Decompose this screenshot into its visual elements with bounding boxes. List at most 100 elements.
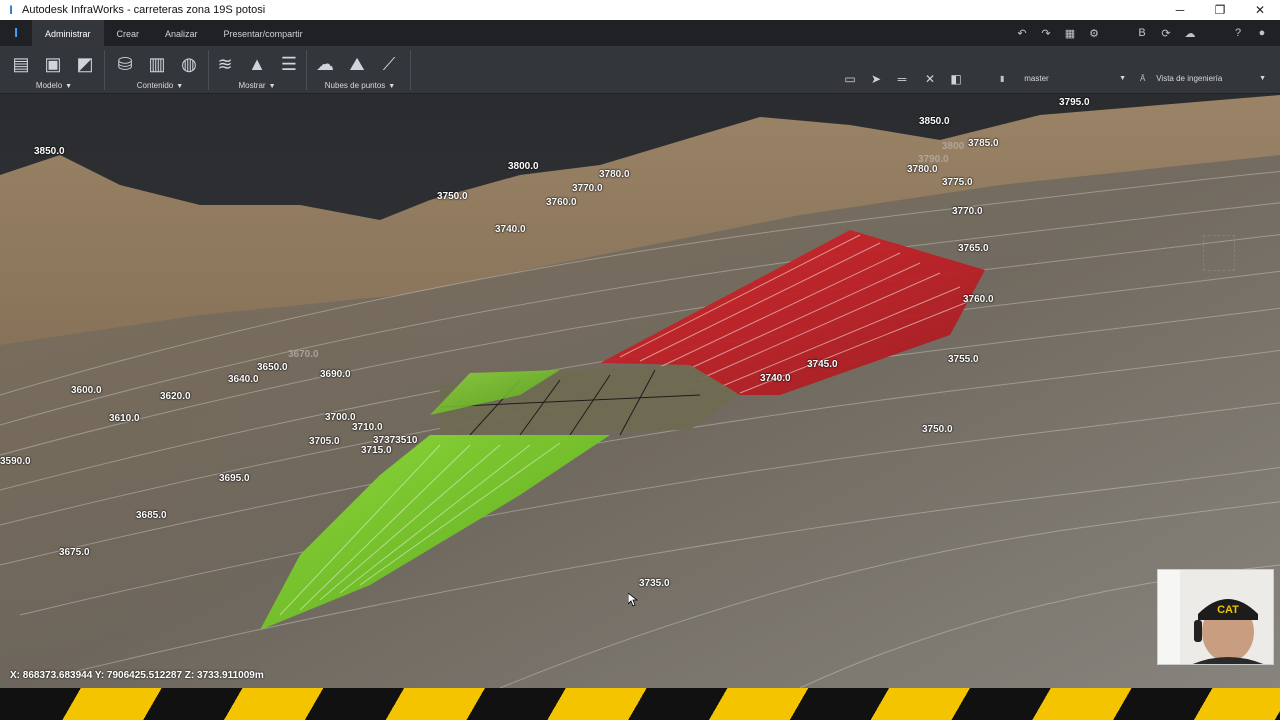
- elevation-label: 3715.0: [361, 445, 392, 456]
- tab-presentar-compartir[interactable]: Presentar/compartir: [211, 20, 316, 46]
- quick-access-tools: ↶ ↷ ▦ ⚙ B ⟳ ☁ ? ●: [1010, 20, 1274, 46]
- elevation-label: 3770.0: [572, 183, 603, 194]
- elevation-label: 3755.0: [948, 354, 979, 365]
- elevation-label: 3745.0: [807, 359, 838, 370]
- presenter-webcam-image: CAT: [1158, 570, 1273, 664]
- elevation-label: 3650.0: [257, 362, 288, 373]
- elevation-label: 3740.0: [760, 373, 791, 384]
- user-avatar[interactable]: ●: [1250, 27, 1274, 39]
- model-settings-icon[interactable]: ▤: [8, 52, 34, 76]
- tools-icon[interactable]: ✕: [920, 70, 940, 88]
- elevation-label: 3780.0: [907, 164, 938, 175]
- elevation-label: 3760.0: [546, 197, 577, 208]
- terrain-icon[interactable]: ▲: [244, 52, 270, 76]
- elevation-label: 3785.0: [968, 138, 999, 149]
- ribbon-separator: [208, 50, 209, 90]
- ribbon-group-mostrar: ≋ ▲ ☰ Mostrar ▼: [212, 46, 302, 94]
- elevation-label: 3710.0: [352, 422, 383, 433]
- ribbon-separator: [306, 50, 307, 90]
- 3d-viewport[interactable]: 3850.0 3800.0 3780.0 3770.0 3760.0 3750.…: [0, 95, 1280, 688]
- undo-icon[interactable]: ↶: [1010, 27, 1034, 40]
- group-label-modelo[interactable]: Modelo ▼: [8, 81, 100, 90]
- list-icon[interactable]: ☰: [276, 52, 302, 76]
- ribbon-group-nubes-de-puntos: ☁ ⛰ ⟋ Nubes de puntos ▼: [312, 46, 408, 94]
- tab-administrar[interactable]: Administrar: [32, 20, 104, 46]
- viewcube-widget[interactable]: [1203, 235, 1235, 271]
- elevation-label: 3780.0: [599, 169, 630, 180]
- engineering-view-icon: Ä: [1140, 74, 1146, 83]
- sync-icon[interactable]: ⟳: [1154, 27, 1178, 40]
- chevron-down-icon: ▼: [1119, 75, 1126, 82]
- mouse-cursor-icon: [628, 593, 638, 607]
- close-button[interactable]: ✕: [1240, 0, 1280, 20]
- measure-icon[interactable]: ═: [892, 70, 912, 88]
- ribbon-separator: [104, 50, 105, 90]
- elevation-label: 3690.0: [320, 369, 351, 380]
- elevation-label: 3750.0: [437, 191, 468, 202]
- elevation-label: 3685.0: [136, 510, 167, 521]
- group-label-contenido[interactable]: Contenido ▼: [112, 81, 208, 90]
- elevation-label: 3700.0: [325, 412, 356, 423]
- building-icon[interactable]: ▥: [144, 52, 170, 76]
- elevation-label: 3610.0: [109, 413, 140, 424]
- group-label-nubes-de-puntos[interactable]: Nubes de puntos ▼: [312, 81, 408, 90]
- elevation-label: 3795.0: [1059, 97, 1090, 108]
- proposal-dropdown[interactable]: ▮ master ▼: [1000, 70, 1130, 88]
- cloud-icon[interactable]: ☁: [1178, 27, 1202, 40]
- elevation-label: 3740.0: [495, 224, 526, 235]
- ribbon-group-modelo: ▤ ▣ ◩ Modelo ▼: [8, 46, 100, 94]
- layers-icon[interactable]: ≋: [212, 52, 238, 76]
- point-cloud-icon[interactable]: ☁: [312, 52, 338, 76]
- elevation-label: 3760.0: [963, 294, 994, 305]
- presentation-icon[interactable]: ▭: [840, 70, 860, 88]
- tab-crear[interactable]: Crear: [104, 20, 153, 46]
- chevron-down-icon: ▼: [1259, 75, 1266, 82]
- proposal-icon: ▮: [1000, 74, 1005, 83]
- point-cloud-line-icon[interactable]: ⟋: [376, 52, 402, 76]
- elevation-label: 3670.0: [288, 349, 319, 360]
- infraworks-app-icon: I: [9, 3, 13, 17]
- elevation-label: 3850.0: [919, 116, 950, 127]
- elevation-label: 3640.0: [228, 374, 259, 385]
- elevation-label: 3705.0: [309, 436, 340, 447]
- elevation-label: 3750.0: [922, 424, 953, 435]
- data-sources-icon[interactable]: ⛁: [112, 52, 138, 76]
- elevation-label: 37373510: [373, 435, 418, 446]
- ribbon-panel: ▤ ▣ ◩ Modelo ▼ ⛁ ▥ ◍ Contenido ▼ ≋ ▲ ☰ Mos…: [0, 46, 1280, 94]
- elevation-label: 3590.0: [0, 456, 31, 467]
- globe-icon[interactable]: ◍: [176, 52, 202, 76]
- model-window-icon[interactable]: ▣: [40, 52, 66, 76]
- restore-button[interactable]: ❐: [1200, 0, 1240, 20]
- ribbon-separator: [410, 50, 411, 90]
- cursor-coordinates-readout: X: 868373.683944 Y: 7906425.512287 Z: 37…: [10, 670, 264, 681]
- view-mode-dropdown[interactable]: Ä Vista de ingeniería ▼: [1140, 70, 1270, 88]
- elevation-label: 3600.0: [71, 385, 102, 396]
- group-label-mostrar[interactable]: Mostrar ▼: [212, 81, 302, 90]
- window-titlebar: I Autodesk InfraWorks - carreteras zona …: [0, 0, 1280, 20]
- webcam-overlay: CAT: [1157, 569, 1274, 665]
- bim-b-icon[interactable]: B: [1130, 27, 1154, 39]
- minimize-button[interactable]: ─: [1160, 0, 1200, 20]
- model-edit-icon[interactable]: ◩: [72, 52, 98, 76]
- tab-analizar[interactable]: Analizar: [152, 20, 211, 46]
- ribbon-group-contenido: ⛁ ▥ ◍ Contenido ▼: [112, 46, 208, 94]
- grid-icon[interactable]: ▦: [1058, 27, 1082, 40]
- elevation-label: 3800: [942, 141, 965, 152]
- gear-icon[interactable]: ⚙: [1082, 27, 1106, 40]
- redo-icon[interactable]: ↷: [1034, 27, 1058, 40]
- ribbon-tab-bar: I Administrar Crear Analizar Presentar/c…: [0, 20, 1280, 46]
- elevation-label: 3775.0: [942, 177, 973, 188]
- webcam-cap-logo: CAT: [1217, 604, 1239, 616]
- point-cloud-terrain-icon[interactable]: ⛰: [344, 52, 370, 76]
- elevation-label: 3770.0: [952, 206, 983, 217]
- elevation-label: 3620.0: [160, 391, 191, 402]
- app-menu-button[interactable]: I: [0, 20, 32, 46]
- panel-icon[interactable]: ◧: [946, 70, 966, 88]
- help-icon[interactable]: ?: [1226, 27, 1250, 39]
- terrain-scene: [0, 95, 1280, 688]
- select-cursor-icon[interactable]: ➤: [866, 70, 886, 88]
- view-mode-value: Vista de ingeniería: [1156, 74, 1223, 83]
- elevation-label: 3800.0: [508, 161, 539, 172]
- proposal-value: master: [1024, 74, 1049, 83]
- hazard-stripe-banner: [0, 688, 1280, 720]
